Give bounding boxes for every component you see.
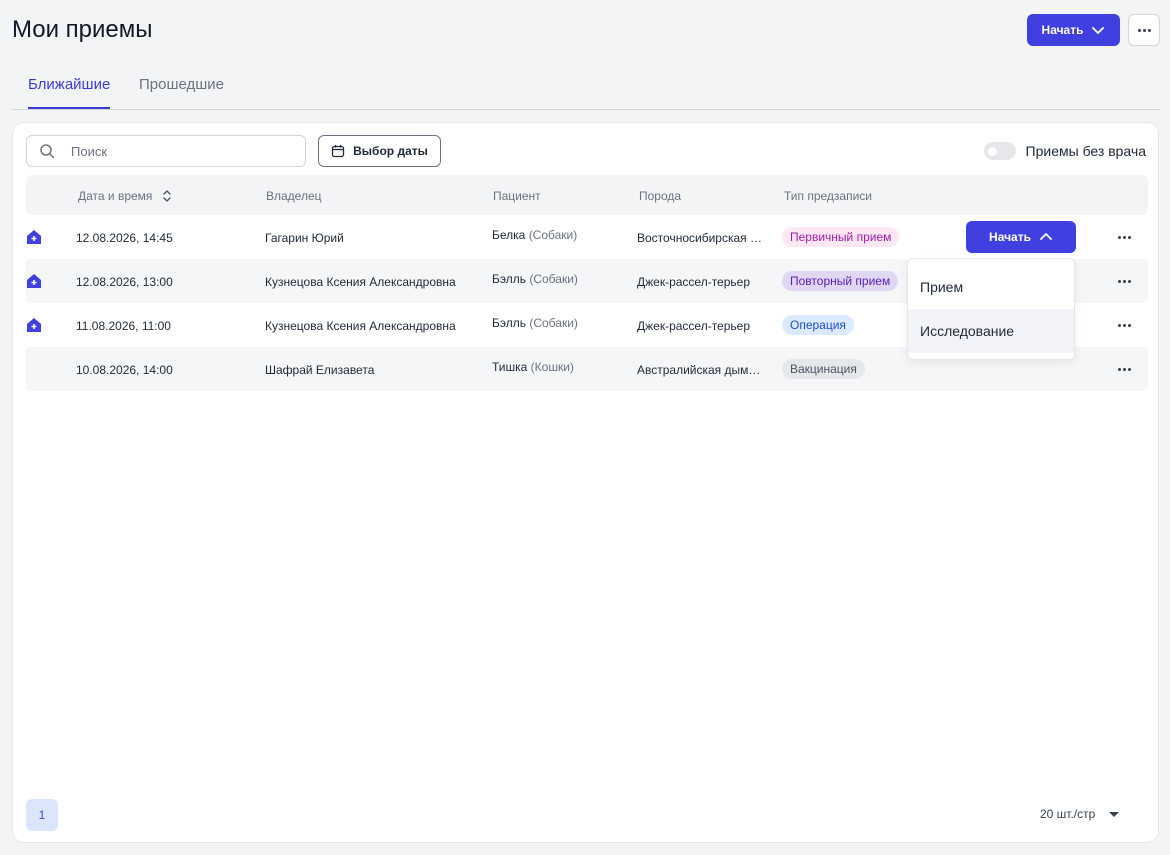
row-start-label: Начать (989, 230, 1031, 244)
search-input[interactable] (71, 143, 271, 159)
more-icon (1117, 235, 1131, 239)
patient-species: (Собаки) (529, 316, 578, 330)
column-header-datetime[interactable]: Дата и время (78, 189, 172, 203)
home-visit-icon (27, 274, 41, 288)
menu-item-appointment[interactable]: Прием (908, 265, 1074, 309)
type-badge: Вакцинация (782, 359, 865, 379)
patient-species: (Собаки) (528, 228, 578, 242)
date-picker-label: Выбор даты (353, 144, 428, 158)
search-box[interactable] (26, 135, 306, 167)
datetime-cell: 10.08.2026, 14:00 (76, 363, 173, 377)
patient-cell: Тишка (Кошки) (492, 360, 574, 374)
per-page-label: 20 шт./стр (1040, 807, 1096, 821)
start-button[interactable]: Начать (1027, 14, 1120, 46)
table-header: Дата и время Владелец Пациент Порода Тип… (26, 175, 1148, 215)
patient-name: Тишка (492, 360, 528, 374)
patient-name: Бэлль (492, 272, 526, 286)
column-header-type: Тип предзаписи (784, 189, 873, 203)
datetime-cell: 12.08.2026, 13:00 (76, 275, 173, 289)
type-badge: Операция (782, 315, 854, 335)
sort-icon[interactable] (162, 189, 172, 203)
menu-item-examination[interactable]: Исследование (908, 309, 1074, 353)
patient-species: (Кошки) (530, 360, 574, 374)
owner-cell: Шафрай Елизавета (265, 363, 375, 377)
more-icon (1117, 367, 1131, 371)
no-doctor-toggle[interactable] (983, 142, 1016, 160)
row-more-button[interactable] (1116, 319, 1132, 331)
row-start-button[interactable]: Начать (966, 221, 1076, 253)
patient-name: Бэлль (492, 316, 526, 330)
more-icon (1137, 28, 1151, 32)
datetime-cell: 11.08.2026, 11:00 (76, 319, 171, 333)
column-header-patient: Пациент (493, 189, 541, 203)
caret-down-icon (1109, 811, 1120, 817)
patient-cell: Белка (Собаки) (492, 228, 577, 242)
per-page-select[interactable]: 20 шт./стр (1040, 807, 1120, 821)
no-doctor-toggle-label: Приемы без врача (1025, 143, 1146, 159)
datetime-cell: 12.08.2026, 14:45 (76, 231, 173, 245)
owner-cell: Кузнецова Ксения Александровна (265, 319, 456, 333)
chevron-down-icon (1092, 27, 1105, 34)
owner-cell: Гагарин Юрий (265, 231, 344, 245)
patient-cell: Бэлль (Собаки) (492, 272, 578, 286)
tab-past[interactable]: Прошедшие (139, 76, 224, 109)
chevron-up-icon (1040, 233, 1052, 240)
appointments-card: Выбор даты Приемы без врача Дата и время… (12, 122, 1159, 843)
column-label: Дата и время (78, 189, 153, 203)
more-icon (1117, 279, 1131, 283)
tab-upcoming[interactable]: Ближайшие (28, 76, 111, 109)
page-title: Мои приемы (12, 16, 153, 43)
start-button-label: Начать (1041, 23, 1084, 37)
column-header-breed: Порода (639, 189, 682, 203)
patient-species: (Собаки) (529, 272, 578, 286)
more-options-button[interactable] (1128, 14, 1160, 46)
row-more-button[interactable] (1116, 275, 1132, 287)
breed-cell: Австралийская дымчатая (637, 363, 762, 377)
patient-name: Белка (492, 228, 526, 242)
owner-cell: Кузнецова Ксения Александровна (265, 275, 456, 289)
type-badge: Первичный прием (782, 227, 900, 247)
search-icon (40, 144, 55, 159)
more-icon (1117, 323, 1131, 327)
row-more-button[interactable] (1116, 231, 1132, 243)
calendar-icon (331, 145, 345, 158)
column-header-owner: Владелец (266, 189, 322, 203)
breed-cell: Восточносибирская лайка (637, 231, 762, 245)
start-dropdown-menu: Прием Исследование (907, 258, 1075, 360)
patient-cell: Бэлль (Собаки) (492, 316, 578, 330)
breed-cell: Джек-рассел-терьер (637, 275, 751, 289)
date-picker-button[interactable]: Выбор даты (318, 135, 441, 167)
type-badge: Повторный прием (782, 271, 899, 291)
tabs-bar: Ближайшие Прошедшие (12, 70, 1160, 110)
pagination-page-button[interactable]: 1 (26, 799, 58, 831)
home-visit-icon (27, 230, 41, 244)
table-row[interactable]: 12.08.2026, 14:45 Гагарин Юрий Белка (Со… (26, 215, 1148, 259)
no-doctor-filter: Приемы без врача (983, 142, 1146, 160)
home-visit-icon (27, 318, 41, 332)
row-more-button[interactable] (1116, 363, 1132, 375)
breed-cell: Джек-рассел-терьер (637, 319, 751, 333)
